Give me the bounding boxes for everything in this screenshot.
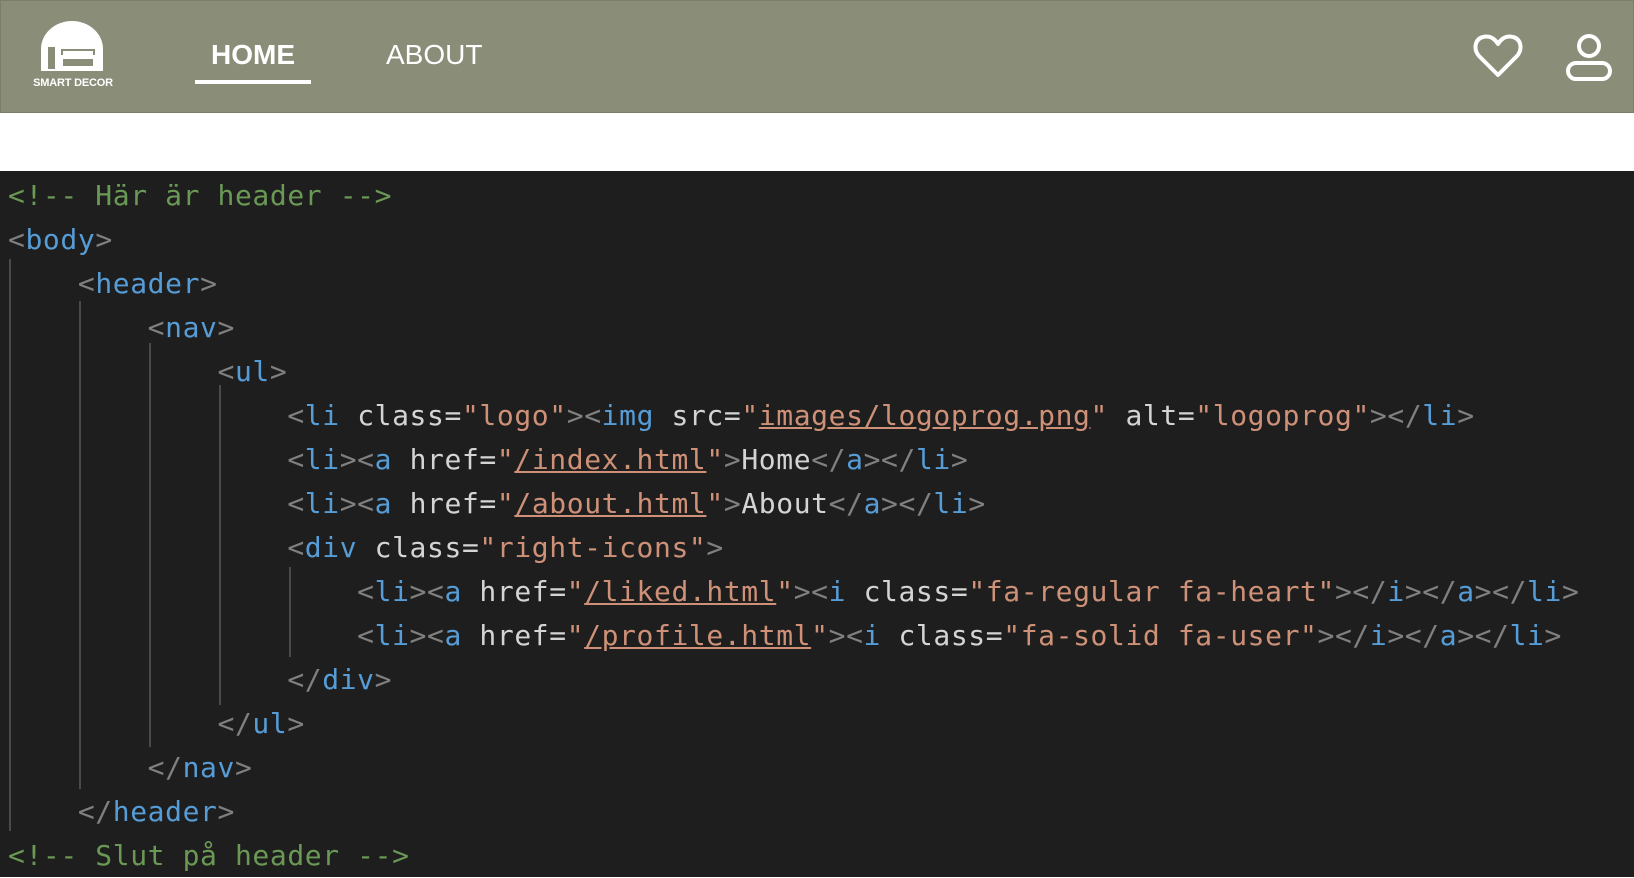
code-line: <ul>	[217, 355, 288, 388]
code-link[interactable]: /index.html	[514, 443, 706, 476]
code-tag: li	[933, 487, 969, 520]
code-attr: href	[479, 619, 550, 652]
logo[interactable]: SMART DECOR	[27, 19, 119, 95]
code-string: logoprog	[1212, 399, 1353, 432]
code-tag: div	[322, 663, 375, 696]
code-tag: body	[25, 223, 96, 256]
code-attr: href	[409, 487, 480, 520]
code-line: <li><a href="/liked.html"><i class="fa-r…	[357, 575, 1580, 608]
code-tag: li	[304, 487, 340, 520]
code-tag: header	[95, 267, 201, 300]
code-attr: class	[898, 619, 986, 652]
code-string: right-icons	[496, 531, 689, 564]
code-text: About	[741, 487, 829, 520]
code-line: <li><a href="/index.html">Home</a></li>	[287, 443, 969, 476]
code-line: </ul>	[217, 707, 305, 740]
code-attr: alt	[1125, 399, 1178, 432]
code-line: <li><a href="/about.html">About</a></li>	[287, 487, 986, 520]
code-line: </nav>	[147, 751, 253, 784]
user-icon[interactable]	[1564, 33, 1614, 87]
code-tag: ul	[252, 707, 288, 740]
code-tag: a	[1457, 575, 1475, 608]
code-string: fa-regular fa-heart	[985, 575, 1318, 608]
code-line: <div class="right-icons">	[287, 531, 724, 564]
code-attr: class	[357, 399, 445, 432]
code-string: logo	[479, 399, 550, 432]
code-tag: i	[828, 575, 847, 608]
active-nav-underline	[195, 80, 311, 84]
code-tag: a	[863, 487, 882, 520]
code-attr: href	[479, 575, 550, 608]
code-link[interactable]: /profile.html	[584, 619, 811, 652]
code-line: <!-- Slut på header -->	[8, 834, 410, 878]
code-attr: class	[374, 531, 462, 564]
code-line: </header>	[77, 795, 235, 828]
code-tag: a	[1439, 619, 1458, 652]
code-link[interactable]: /liked.html	[584, 575, 776, 608]
code-line: <header>	[77, 267, 218, 300]
code-tag: img	[601, 399, 655, 432]
logo-text: SMART DECOR	[33, 77, 113, 89]
code-tag: i	[863, 619, 881, 652]
code-line: <li class="logo"><img src="images/logopr…	[287, 399, 1475, 432]
code-tag: li	[304, 443, 340, 476]
code-tag: div	[304, 531, 358, 564]
nav-home-link[interactable]: HOME	[211, 39, 295, 71]
code-line: <!-- Här är header -->	[8, 174, 392, 218]
code-tag: i	[1387, 575, 1405, 608]
code-attr: href	[409, 443, 480, 476]
nav-about-link[interactable]: ABOUT	[386, 39, 482, 71]
site-header: SMART DECOR HOME ABOUT	[0, 0, 1634, 113]
code-comment: <!-- Slut på header -->	[8, 839, 410, 872]
code-tag: nav	[182, 751, 235, 784]
code-line: <li><a href="/profile.html"><i class="fa…	[357, 619, 1562, 652]
code-link[interactable]: images/logoprog.png	[759, 399, 1091, 432]
code-tag: li	[374, 575, 410, 608]
code-line: <body>	[8, 223, 113, 256]
code-tag: a	[374, 443, 393, 476]
armchair-logo-icon	[41, 21, 103, 72]
code-tag: a	[444, 575, 462, 608]
code-tag: li	[1527, 575, 1562, 608]
code-string: fa-solid fa-user	[1020, 619, 1301, 652]
code-tag: a	[846, 443, 864, 476]
code-tag: nav	[165, 311, 218, 344]
code-line: </div>	[287, 663, 393, 696]
code-comment: <!-- Här är header -->	[8, 179, 393, 212]
code-editor: <!-- Här är header --> <body> <header> <…	[0, 171, 1634, 877]
code-tag: li	[304, 399, 340, 432]
code-tag: li	[915, 443, 951, 476]
code-tag: a	[374, 487, 393, 520]
code-tag: li	[1422, 399, 1458, 432]
code-tag: ul	[234, 355, 270, 388]
heart-icon[interactable]	[1473, 33, 1523, 83]
code-link[interactable]: /about.html	[514, 487, 706, 520]
code-line: <nav>	[147, 311, 235, 344]
code-tag: li	[374, 619, 410, 652]
code-tag: li	[1509, 619, 1545, 652]
code-tag: i	[1369, 619, 1388, 652]
code-text: Home	[741, 443, 812, 476]
code-tag: a	[444, 619, 462, 652]
code-attr: class	[863, 575, 951, 608]
code-attr: src	[671, 399, 724, 432]
code-tag: header	[112, 795, 218, 828]
